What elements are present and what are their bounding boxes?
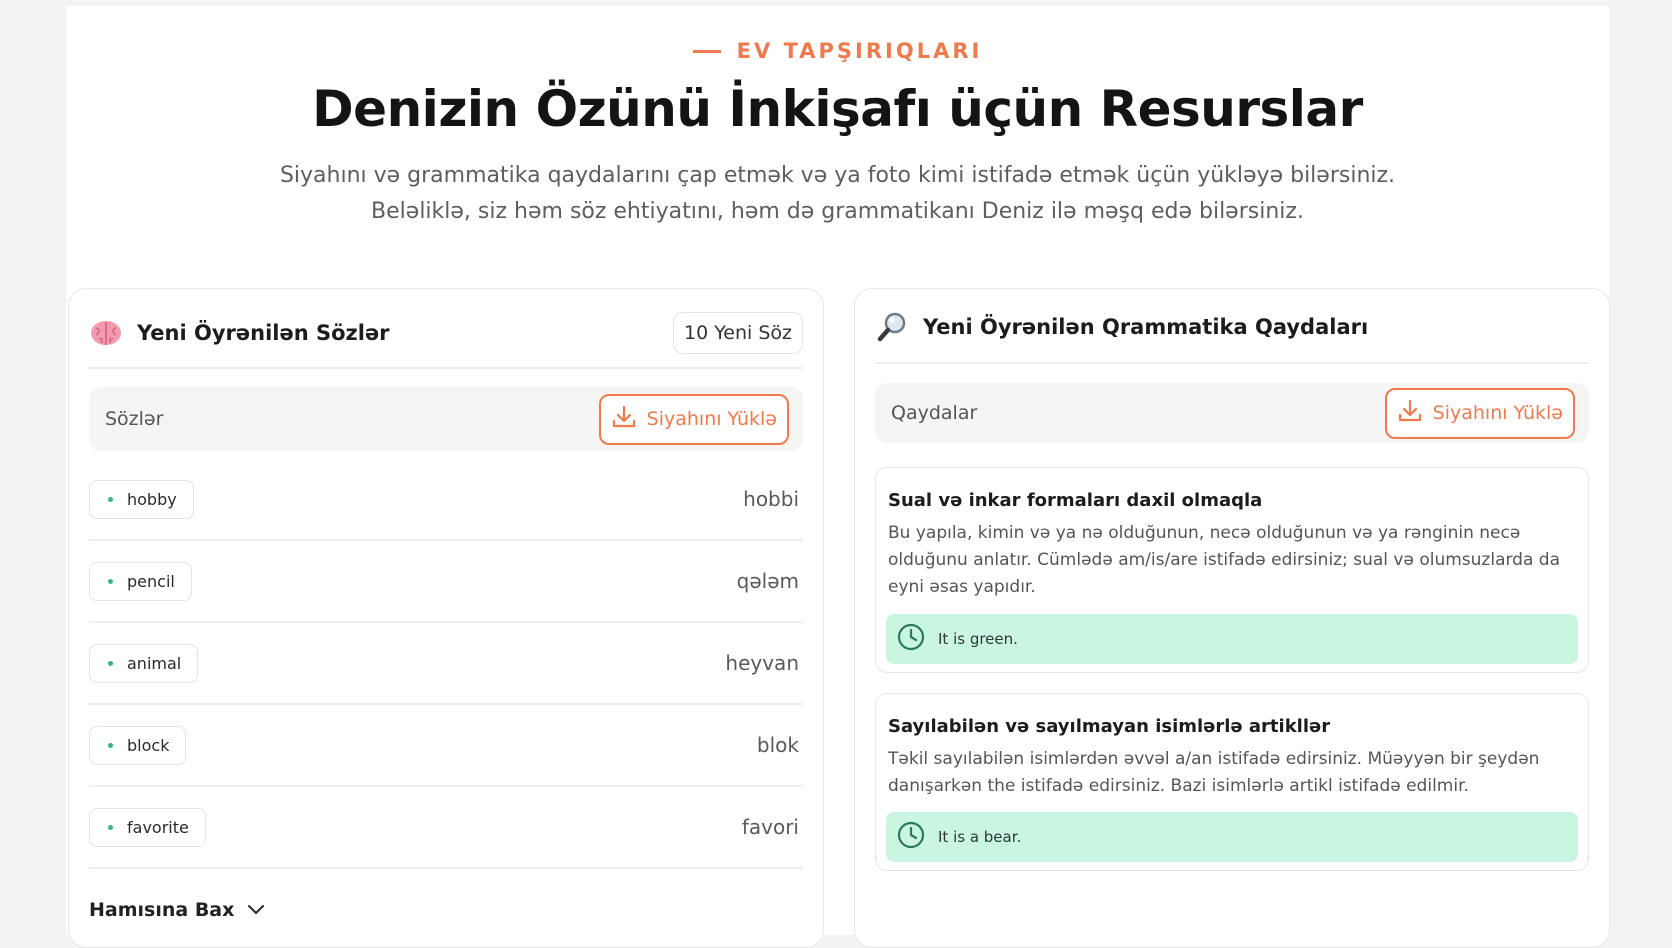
word-english: pencil [127,571,175,591]
subtitle-line-1: Siyahını və grammatika qaydalarını çap e… [279,163,1396,188]
rule-example: It is a bear. [886,812,1578,862]
rule-description: Bu yapıla, kimin və ya nə olduğunun, nec… [888,523,1560,597]
words-header-divider [89,367,803,369]
word-row: block blok [89,705,803,787]
word-translation: hobbi [743,487,799,511]
rule-description: Təkil sayılabilən isimlərdən əvvəl a/an … [888,749,1540,796]
word-chip: hobby [89,479,194,519]
words-section-bar: Sözlər Siyahını Yüklə [89,387,803,451]
magnifier-icon [875,310,909,344]
subtitle-line-2: Beləliklə, siz həm söz ehtiyatını, həm d… [371,199,1304,224]
word-chip: block [89,725,187,765]
word-translation: heyvan [725,651,799,675]
clock-icon [896,622,926,656]
chip-dot [108,824,113,830]
word-row: pencil qələm [89,541,803,623]
clock-icon [896,820,926,854]
see-all-button[interactable]: Hamısına Bax [89,899,266,921]
word-english: favorite [127,817,189,837]
rule-card: Sayılabilən və sayılmayan isimlərlə arti… [875,693,1589,871]
chip-dot [108,578,113,584]
eyebrow: EV TAPŞIRIQLARI [66,39,1609,63]
words-card-title: Yeni Öyrənilən Sözlər [89,316,390,350]
rule-title: Sayılabilən və sayılmayan isimlərlə arti… [888,716,1331,737]
word-translation: favori [741,815,799,839]
word-row: hobby hobbi [89,459,803,541]
words-card-title-text: Yeni Öyrənilən Sözlər [137,321,390,345]
grammar-card-title-text: Yeni Öyrənilən Qrammatika Qaydaları [923,315,1369,339]
word-chip: animal [89,643,199,683]
eyebrow-text: EV TAPŞIRIQLARI [736,39,983,63]
grammar-card-title: Yeni Öyrənilən Qrammatika Qaydaları [875,310,1368,344]
page-subtitle: Siyahını və grammatika qaydalarını çap e… [186,158,1489,230]
words-card-header: Yeni Öyrənilən Sözlər 10 Yeni Söz [89,309,803,357]
download-grammar-button[interactable]: Siyahını Yüklə [1384,387,1575,439]
words-card: Yeni Öyrənilən Sözlər 10 Yeni Söz Sözlər… [68,288,824,948]
grammar-header-divider [875,362,1589,364]
eyebrow-dash [692,49,721,53]
grammar-section-bar: Qaydalar Siyahını Yüklə [875,383,1589,443]
word-translation: qələm [736,569,799,593]
chip-dot [108,496,113,502]
word-translation: blok [756,733,799,757]
word-english: animal [127,653,182,673]
rule-example-text: It is a bear. [938,828,1022,846]
words-section-label: Sözlər [105,408,164,430]
chevron-down-icon [246,899,266,921]
word-chip: pencil [89,561,192,601]
page-title: Denizin Özünü İnkişafı üçün Resurslar [312,80,1363,138]
word-english: hobby [127,489,177,509]
grammar-section-label: Qaydalar [891,402,978,424]
download-words-button[interactable]: Siyahını Yüklə [598,393,789,445]
chip-dot [108,742,113,748]
grammar-card: Yeni Öyrənilən Qrammatika Qaydaları Qayd… [854,288,1610,948]
download-words-label: Siyahını Yüklə [646,408,777,430]
chip-dot [108,660,113,666]
word-row: animal heyvan [89,623,803,705]
word-count-badge: 10 Yeni Söz [672,312,803,354]
brain-icon [89,316,123,350]
download-icon [611,404,637,435]
word-row: favorite favori [89,787,803,869]
grammar-card-header: Yeni Öyrənilən Qrammatika Qaydaları [875,303,1589,351]
word-chip: favorite [89,807,206,847]
word-english: block [127,735,170,755]
see-all-label: Hamısına Bax [89,899,235,921]
rule-card: Sual və inkar formaları daxil olmaqla Bu… [875,467,1589,673]
rule-example-text: It is green. [938,630,1018,648]
download-icon [1397,398,1423,429]
page: EV TAPŞIRIQLARI Denizin Özünü İnkişafı ü… [66,6,1610,948]
download-grammar-label: Siyahını Yüklə [1432,402,1563,424]
rule-example: It is green. [886,614,1578,664]
rule-title: Sual və inkar formaları daxil olmaqla [888,490,1263,511]
